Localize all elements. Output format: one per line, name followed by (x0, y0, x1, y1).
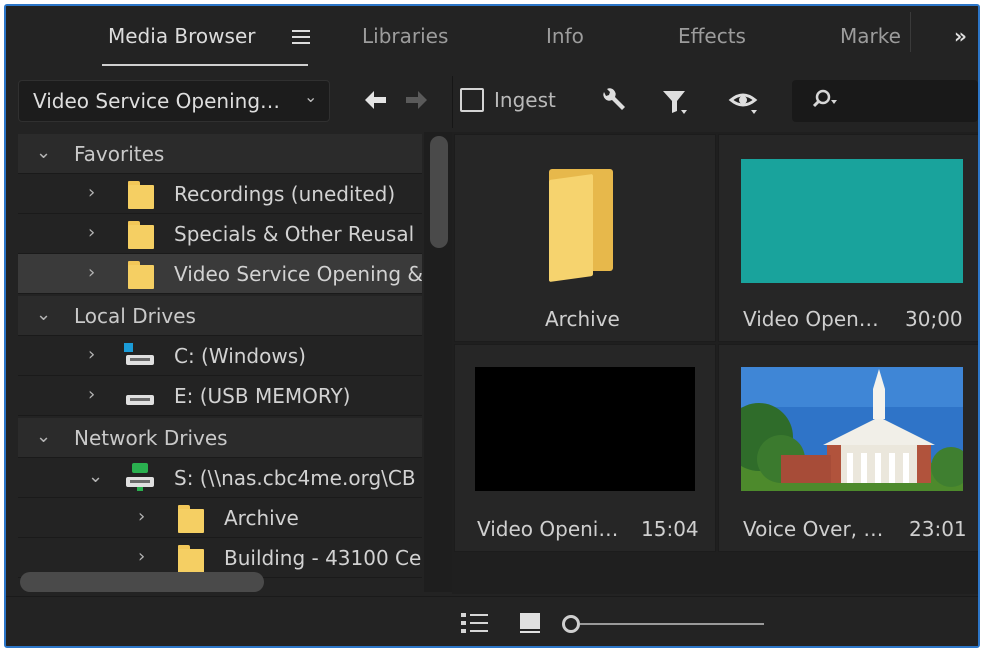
chevron-right-icon[interactable]: › (88, 222, 95, 243)
zoom-slider[interactable] (580, 623, 764, 625)
network-drive-icon (124, 463, 156, 491)
chevron-down-icon[interactable]: ⌄ (36, 304, 51, 325)
chevron-right-icon[interactable]: › (88, 344, 95, 365)
media-item-duration: 30;00 (905, 307, 963, 331)
tree-item-label: C: (Windows) (174, 344, 306, 368)
media-item-voice-over[interactable]: Voice Over, … 23:01 (718, 344, 978, 552)
tree-item-recordings[interactable]: › Recordings (unedited) (18, 174, 422, 214)
media-item-archive[interactable]: Archive (454, 134, 716, 342)
folder-icon (128, 261, 154, 289)
tree-item-drive-c[interactable]: › C: (Windows) (18, 336, 422, 376)
back-arrow-icon[interactable] (362, 88, 388, 116)
eye-view-icon[interactable] (728, 86, 762, 122)
tree-item-archive[interactable]: › Archive (18, 498, 422, 538)
ingest-checkbox[interactable] (460, 88, 484, 112)
tab-info[interactable]: Info (546, 24, 584, 48)
clip-thumbnail (475, 367, 695, 491)
tree-horizontal-scrollbar[interactable] (20, 572, 264, 592)
media-item-video-open[interactable]: Video Open… 30;00 (718, 134, 978, 342)
tree-item-label: E: (USB MEMORY) (174, 384, 351, 408)
chevron-right-icon[interactable]: › (138, 506, 145, 527)
tab-effects[interactable]: Effects (678, 24, 746, 48)
tree-item-label: Specials & Other Reusal (174, 222, 415, 246)
media-item-name: Voice Over, … (743, 517, 884, 541)
clip-thumbnail (741, 159, 963, 283)
tree-item-label: Video Service Opening & (174, 262, 422, 286)
ingest-label: Ingest (494, 88, 556, 112)
forward-arrow-icon[interactable] (404, 88, 430, 116)
folder-icon (178, 545, 204, 573)
filter-icon[interactable] (660, 86, 690, 122)
folder-icon (178, 505, 204, 533)
church-photo-thumbnail (741, 367, 963, 491)
tab-bar: Media Browser Libraries Info Effects Mar… (6, 6, 978, 76)
section-label: Favorites (74, 142, 165, 166)
tree-section-favorites[interactable]: ⌄ Favorites (18, 134, 422, 174)
panel-menu-icon[interactable] (292, 30, 310, 44)
toolbar: Video Service Opening… ⌄ Ingest (6, 76, 978, 130)
media-item-duration: 15:04 (641, 517, 699, 541)
tree-item-label: S: (\\nas.cbc4me.org\CB (174, 466, 416, 490)
usb-drive-icon (124, 389, 156, 405)
path-dropdown-value: Video Service Opening… (33, 89, 281, 113)
tree-item-label: Recordings (unedited) (174, 182, 396, 206)
bottom-bar (6, 596, 978, 646)
path-dropdown[interactable]: Video Service Opening… ⌄ (18, 80, 330, 122)
windows-drive-icon (124, 343, 156, 365)
zoom-slider-knob[interactable] (562, 615, 580, 633)
tree-item-label: Building - 43100 Ce (224, 546, 422, 570)
tab-divider (910, 12, 911, 52)
tab-markers[interactable]: Marke (840, 24, 901, 48)
section-label: Local Drives (74, 304, 196, 328)
chevron-right-icon[interactable]: › (88, 384, 95, 405)
tab-media-browser[interactable]: Media Browser (108, 24, 255, 48)
wrench-icon[interactable] (598, 86, 628, 120)
chevron-down-icon: ⌄ (304, 87, 318, 106)
chevron-down-icon[interactable]: ⌄ (36, 142, 51, 163)
list-view-icon[interactable] (460, 611, 490, 639)
chevron-right-icon[interactable]: › (88, 182, 95, 203)
icon-view-icon[interactable] (518, 611, 544, 639)
tab-libraries[interactable]: Libraries (362, 24, 448, 48)
folder-icon (128, 221, 154, 249)
media-item-video-openi[interactable]: Video Openi… 15:04 (454, 344, 716, 552)
toolbar-divider (452, 76, 453, 128)
search-input[interactable] (792, 80, 978, 122)
tree-item-drive-s[interactable]: ⌄ S: (\\nas.cbc4me.org\CB (18, 458, 422, 498)
media-item-name: Video Openi… (477, 517, 619, 541)
media-item-name: Video Open… (743, 307, 879, 331)
tree-section-local-drives[interactable]: ⌄ Local Drives (18, 296, 422, 336)
tree-item-drive-e[interactable]: › E: (USB MEMORY) (18, 376, 422, 416)
folder-tree: ⌄ Favorites › Recordings (unedited) › Sp… (18, 132, 422, 594)
folder-icon (128, 181, 154, 209)
media-item-duration: 23:01 (909, 517, 967, 541)
chevron-down-icon[interactable]: ⌄ (88, 466, 103, 487)
tree-item-label: Archive (224, 506, 299, 530)
media-browser-panel: Media Browser Libraries Info Effects Mar… (4, 4, 980, 648)
tree-section-network-drives[interactable]: ⌄ Network Drives (18, 418, 422, 458)
chevron-right-icon[interactable]: › (88, 262, 95, 283)
media-grid: Archive Video Open… 30;00 Video Openi… 1… (452, 132, 978, 594)
chevron-right-icon[interactable]: › (138, 546, 145, 567)
tree-vertical-scrollbar[interactable] (430, 136, 448, 248)
tree-item-video-service-opening[interactable]: › Video Service Opening & (18, 254, 422, 294)
active-tab-indicator (102, 64, 308, 66)
search-icon (810, 88, 840, 116)
chevron-down-icon[interactable]: ⌄ (36, 426, 51, 447)
tab-overflow-icon[interactable]: » (954, 24, 967, 48)
section-label: Network Drives (74, 426, 228, 450)
media-item-name: Archive (545, 307, 620, 331)
tree-item-specials[interactable]: › Specials & Other Reusal (18, 214, 422, 254)
